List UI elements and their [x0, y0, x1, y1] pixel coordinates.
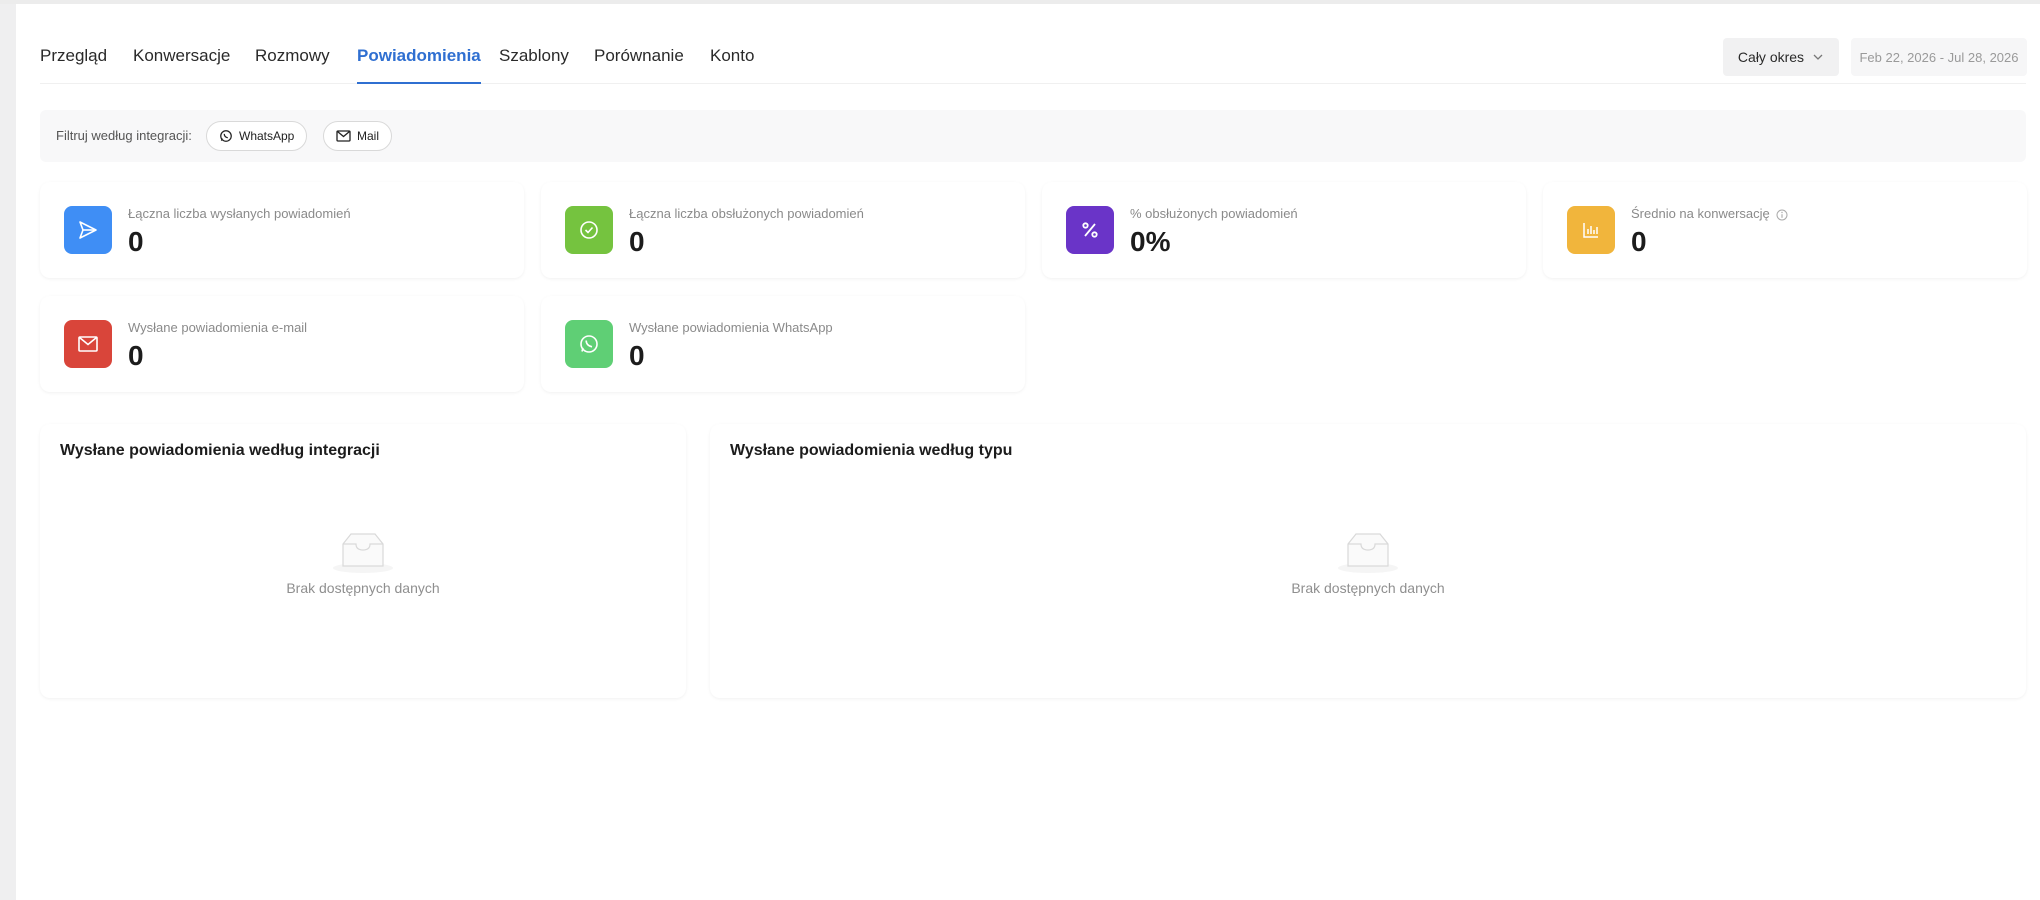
stat-icon-box — [1066, 206, 1114, 254]
stat-label: % obsłużonych powiadomień — [1130, 206, 1298, 221]
tab-konwersacje[interactable]: Konwersacje — [133, 46, 230, 84]
period-label: Cały okres — [1737, 49, 1805, 65]
stat-value: 0 — [1631, 226, 1647, 257]
stat-value: 0 — [629, 340, 645, 371]
tab-powiadomienia[interactable]: Powiadomienia — [357, 46, 481, 84]
filter-chip-label: WhatsApp — [239, 129, 295, 143]
panel-by-type: Wysłane powiadomienia według typu Brak d… — [710, 424, 2026, 698]
empty-state: Brak dostępnych danych — [40, 532, 686, 596]
filter-chip-label: Mail — [357, 129, 380, 143]
stat-value: 0 — [128, 226, 144, 257]
whatsapp-icon — [220, 130, 232, 142]
filter-bar: Filtruj według integracji: WhatsApp Mail — [40, 110, 2026, 162]
stat-card-total-sent: Łączna liczba wysłanych powiadomień 0 — [40, 182, 524, 278]
stat-label: Wysłane powiadomienia e-mail — [128, 320, 308, 335]
stat-icon-box — [1567, 206, 1615, 254]
stat-icon-box — [565, 206, 613, 254]
stat-card-average-per-conversation: Średnio na konwersację 0 — [1543, 182, 2027, 278]
panel-title: Wysłane powiadomienia według integracji — [60, 442, 380, 459]
stat-card-total-handled: Łączna liczba obsłużonych powiadomień 0 — [541, 182, 1025, 278]
filter-label: Filtruj według integracji: — [56, 128, 192, 143]
stat-card-whatsapp-sent: Wysłane powiadomienia WhatsApp 0 — [541, 296, 1025, 392]
stat-label: Wysłane powiadomienia WhatsApp — [629, 320, 833, 335]
empty-inbox-icon — [333, 533, 393, 573]
stat-value: 0 — [128, 340, 144, 371]
left-strip — [0, 0, 16, 900]
send-icon — [79, 221, 97, 239]
check-circle-icon — [580, 221, 598, 239]
stat-label: Łączna liczba wysłanych powiadomień — [128, 206, 351, 221]
stat-icon-box — [64, 320, 112, 368]
analytics-page: Przegląd Konwersacje Rozmowy Powiadomien… — [16, 4, 2040, 900]
empty-text: Brak dostępnych danych — [286, 580, 440, 596]
stat-value: 0 — [629, 226, 645, 257]
empty-inbox-icon — [1338, 533, 1398, 573]
tab-porownanie[interactable]: Porównanie — [594, 46, 684, 84]
empty-text: Brak dostępnych danych — [1291, 580, 1445, 596]
whatsapp-icon — [580, 335, 598, 353]
stat-label: Łączna liczba obsłużonych powiadomień — [629, 206, 864, 221]
stat-card-email-sent: Wysłane powiadomienia e-mail 0 — [40, 296, 524, 392]
stat-label-text: Średnio na konwersację — [1631, 206, 1770, 221]
filter-chip-mail[interactable]: Mail — [323, 121, 393, 151]
tab-przeglad[interactable]: Przegląd — [40, 46, 107, 84]
bar-chart-icon — [1583, 223, 1598, 238]
stat-icon-box — [64, 206, 112, 254]
empty-state: Brak dostępnych danych — [710, 532, 2026, 596]
period-dropdown[interactable]: Cały okres — [1723, 38, 1839, 76]
mail-icon — [336, 130, 351, 142]
mail-icon — [78, 336, 98, 352]
chevron-down-icon — [1813, 54, 1823, 60]
filter-chip-whatsapp[interactable]: WhatsApp — [206, 121, 308, 151]
stat-value: 0% — [1130, 226, 1171, 257]
panel-title: Wysłane powiadomienia według typu — [730, 442, 1013, 459]
stat-card-percent-handled: % obsłużonych powiadomień 0% — [1042, 182, 1526, 278]
panel-by-integration: Wysłane powiadomienia według integracji … — [40, 424, 686, 698]
date-range-picker[interactable]: Feb 22, 2026 - Jul 28, 2026 — [1851, 38, 2027, 76]
stat-label: Średnio na konwersację — [1631, 206, 1788, 221]
tab-szablony[interactable]: Szablony — [499, 46, 569, 84]
stat-icon-box — [565, 320, 613, 368]
tab-konto[interactable]: Konto — [710, 46, 754, 84]
percent-icon — [1082, 222, 1098, 238]
tab-rozmowy[interactable]: Rozmowy — [255, 46, 330, 84]
info-icon[interactable] — [1776, 209, 1788, 221]
